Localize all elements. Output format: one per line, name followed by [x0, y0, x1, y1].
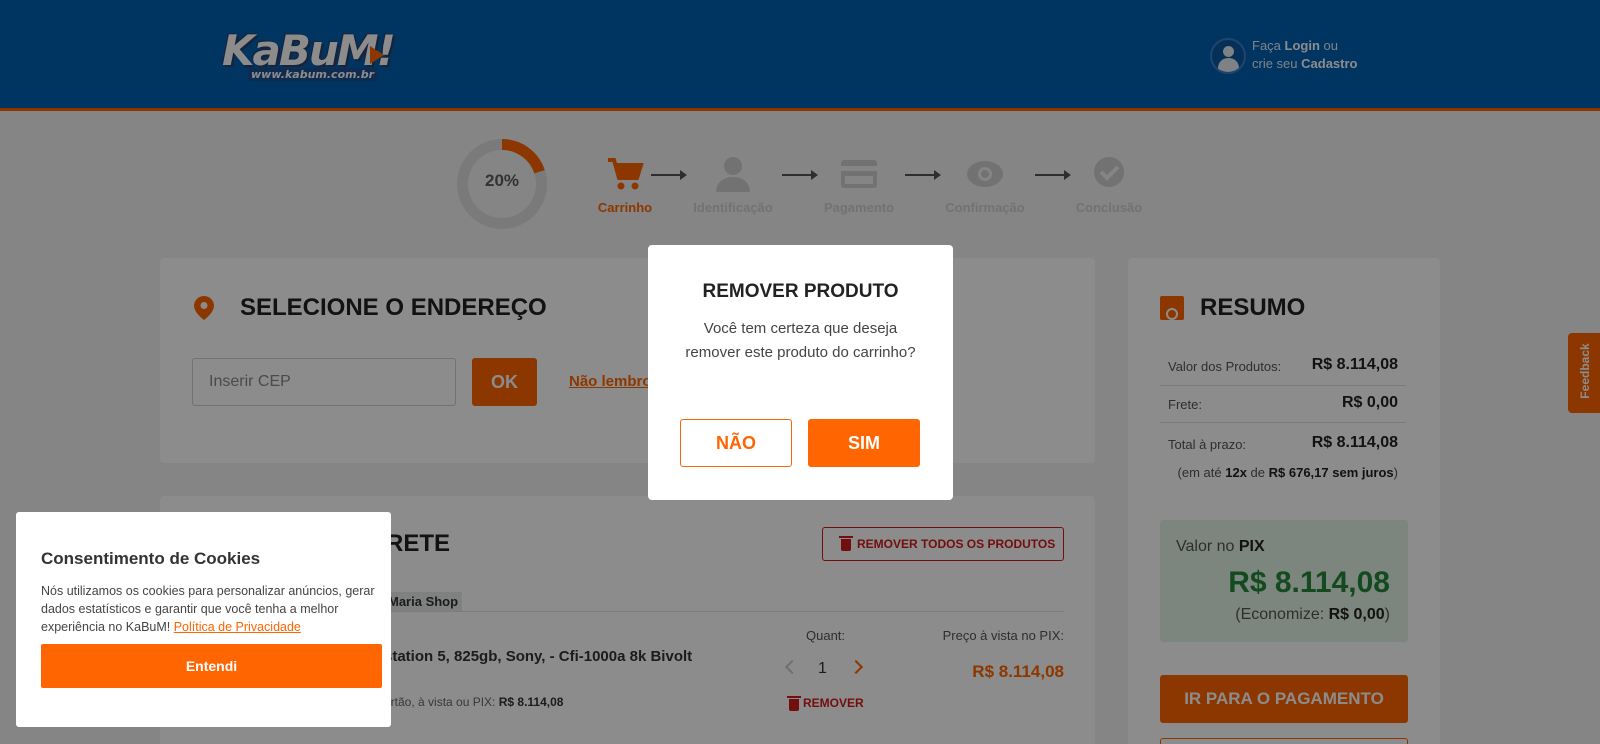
modal-title: REMOVER PRODUTO: [702, 281, 899, 302]
cookie-accept-button[interactable]: Entendi: [41, 644, 382, 688]
cookie-consent-banner: Consentimento de Cookies Nós utilizamos …: [16, 512, 391, 727]
cookie-title: Consentimento de Cookies: [41, 549, 261, 568]
progress-percent: 20%: [484, 171, 520, 190]
modal-no-button[interactable]: NÃO: [680, 419, 792, 467]
remove-product-modal: REMOVER PRODUTO Você tem certeza que des…: [648, 245, 953, 500]
privacy-policy-link[interactable]: Política de Privacidade: [174, 620, 301, 634]
cookie-text: Nós utilizamos os cookies para personali…: [41, 584, 375, 634]
modal-message: Você tem certeza que deseja remover este…: [685, 320, 916, 361]
modal-yes-button[interactable]: SIM: [808, 419, 920, 467]
